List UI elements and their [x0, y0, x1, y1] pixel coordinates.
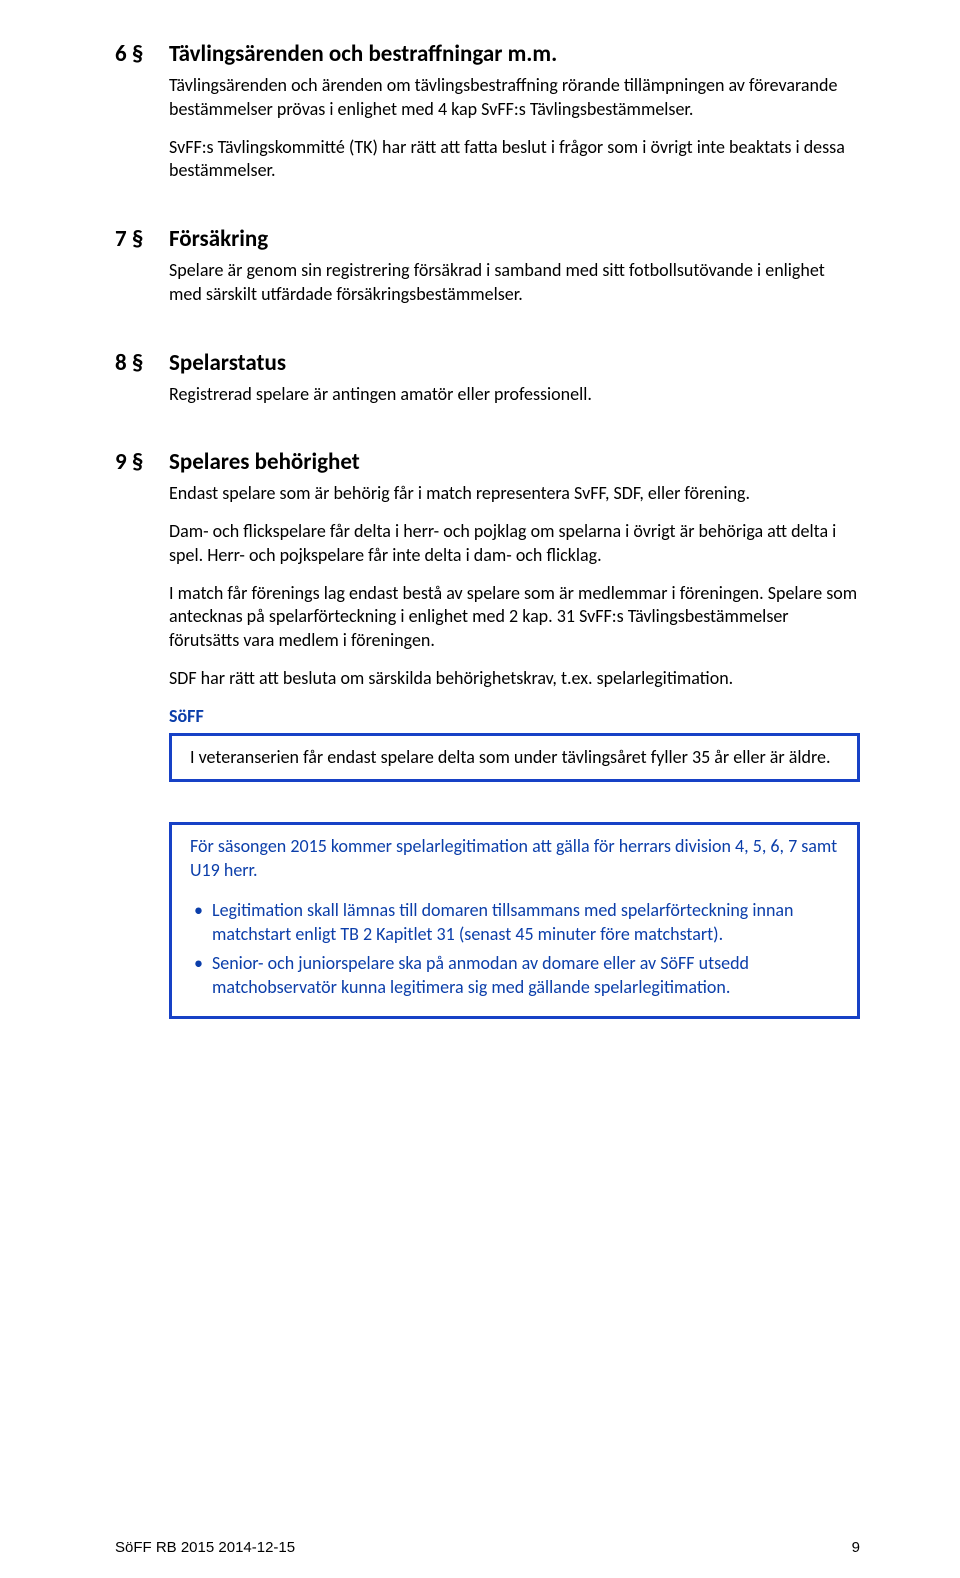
section-9-number: 9 § [115, 448, 169, 476]
section-6-number: 6 § [115, 40, 169, 68]
section-7-title: Försäkring [169, 225, 860, 253]
footer-left: SöFF RB 2015 2014-12-15 [115, 1539, 295, 1556]
section-9-para-4: SDF har rätt att besluta om särskilda be… [169, 667, 860, 691]
soff-label: SöFF [169, 705, 860, 727]
section-9-para-3: I match får förenings lag endast bestå a… [169, 582, 860, 653]
info-box-veteran: I veteranserien får endast spelare delta… [169, 733, 860, 783]
section-7-number: 7 § [115, 225, 169, 253]
info-box-2015-list: Legitimation skall lämnas till domaren t… [190, 899, 841, 1000]
info-box-2015-intro: För säsongen 2015 kommer spelarlegitimat… [190, 835, 841, 883]
section-9-para-1: Endast spelare som är behörig får i matc… [169, 482, 860, 506]
section-9: 9 § Spelares behörighet Endast spelare s… [115, 448, 860, 690]
section-8-heading: 8 § Spelarstatus [115, 349, 860, 377]
section-9-heading: 9 § Spelares behörighet [115, 448, 860, 476]
section-6: 6 § Tävlingsärenden och bestraffningar m… [115, 40, 860, 183]
section-7-para-1: Spelare är genom sin registrering försäk… [169, 259, 860, 307]
section-6-body: Tävlingsärenden och ärenden om tävlingsb… [169, 74, 860, 183]
page-footer: SöFF RB 2015 2014-12-15 9 [115, 1539, 860, 1556]
info-box-2015: För säsongen 2015 kommer spelarlegitimat… [169, 822, 860, 1019]
section-8-title: Spelarstatus [169, 349, 860, 377]
section-8-para-1: Registrerad spelare är antingen amatör e… [169, 383, 860, 407]
section-6-heading: 6 § Tävlingsärenden och bestraffningar m… [115, 40, 860, 68]
section-9-para-2: Dam- och flickspelare får delta i herr- … [169, 520, 860, 568]
section-6-title: Tävlingsärenden och bestraffningar m.m. [169, 40, 860, 68]
section-7-body: Spelare är genom sin registrering försäk… [169, 259, 860, 307]
page: 6 § Tävlingsärenden och bestraffningar m… [0, 0, 960, 1578]
section-9-title: Spelares behörighet [169, 448, 860, 476]
section-8-body: Registrerad spelare är antingen amatör e… [169, 383, 860, 407]
section-6-para-1: Tävlingsärenden och ärenden om tävlingsb… [169, 74, 860, 122]
info-box-2015-bullet-2: Senior- och juniorspelare ska på anmodan… [190, 952, 841, 1000]
section-7-heading: 7 § Försäkring [115, 225, 860, 253]
footer-page-number: 9 [852, 1539, 860, 1556]
section-8: 8 § Spelarstatus Registrerad spelare är … [115, 349, 860, 407]
info-box-veteran-text: I veteranserien får endast spelare delta… [190, 746, 841, 770]
section-6-para-2: SvFF:s Tävlingskommitté (TK) har rätt at… [169, 136, 860, 184]
section-9-body: Endast spelare som är behörig får i matc… [169, 482, 860, 690]
section-8-number: 8 § [115, 349, 169, 377]
section-7: 7 § Försäkring Spelare är genom sin regi… [115, 225, 860, 307]
info-box-2015-bullet-1: Legitimation skall lämnas till domaren t… [190, 899, 841, 947]
